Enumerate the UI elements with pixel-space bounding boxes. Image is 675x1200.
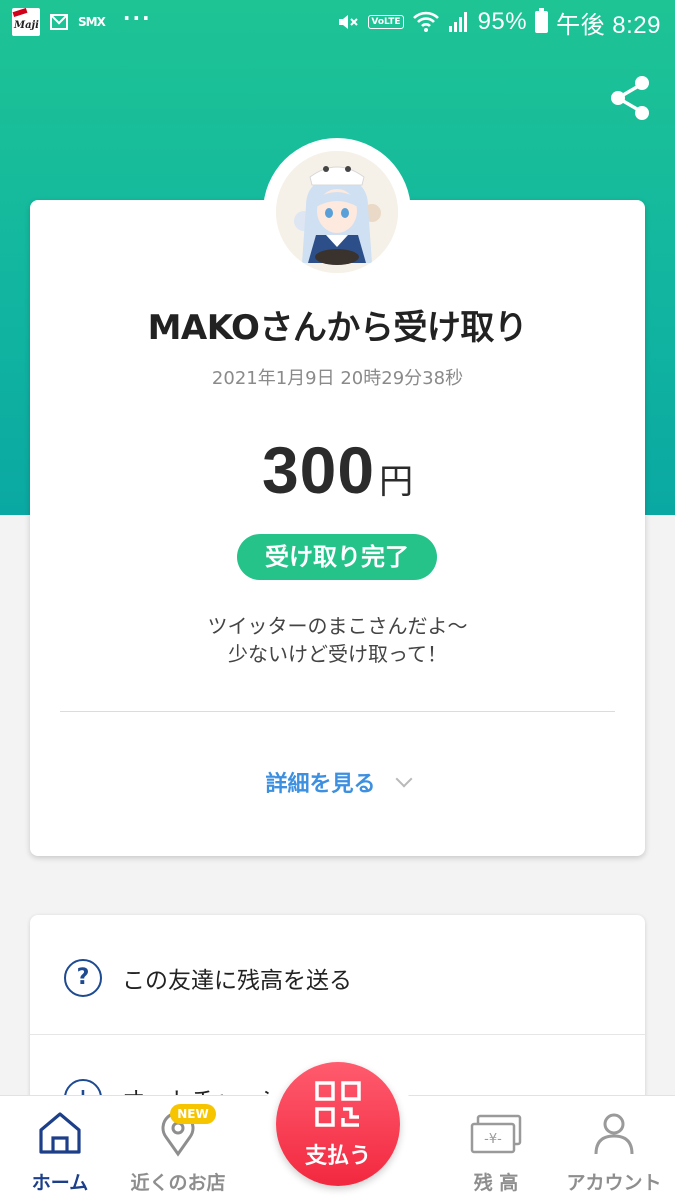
nav-nearby-label: 近くのお店	[130, 1172, 226, 1194]
home-icon	[39, 1112, 81, 1154]
system-icons: VoLTE 95% 午後 8:29	[336, 6, 661, 39]
send-balance-label: この友達に残高を送る	[122, 968, 352, 994]
svg-text:-¥-: -¥-	[484, 1132, 502, 1147]
nav-account[interactable]: アカウント	[554, 1096, 674, 1200]
clock: 午後 8:29	[556, 11, 661, 39]
signal-icon	[448, 12, 467, 32]
avatar-illustration	[276, 151, 398, 273]
nav-account-label: アカウント	[566, 1172, 662, 1194]
message-line: ツイッターのまこさんだよ～	[207, 614, 468, 638]
chevron-down-icon	[395, 770, 412, 788]
card-divider	[60, 711, 615, 712]
receipt-title: MAKOさんから受け取り	[147, 308, 528, 348]
nav-home-label: ホーム	[31, 1172, 89, 1194]
details-toggle[interactable]: 詳細を見る	[30, 766, 645, 798]
details-label: 詳細を見る	[265, 772, 376, 797]
qr-code-icon	[315, 1081, 361, 1127]
status-bar: Maji SMX ··· VoLTE 95% 午後 8:29	[0, 0, 675, 48]
sender-avatar[interactable]	[276, 151, 398, 273]
mute-icon	[339, 15, 359, 29]
pay-button[interactable]: 支払う	[276, 1062, 400, 1186]
nav-balance[interactable]: -¥- 残 高	[436, 1096, 556, 1200]
notification-icons: Maji SMX ···	[12, 6, 152, 36]
volte-icon: VoLTE	[368, 15, 404, 29]
receipt-message: ツイッターのまこさんだよ～ 少ないけど受け取って！	[30, 612, 645, 668]
wallet-yen-icon: -¥-	[470, 1114, 522, 1154]
amount-value: 300	[261, 433, 376, 507]
message-line: 少ないけど受け取って！	[228, 642, 447, 666]
help-icon: ?	[64, 959, 102, 997]
maji-app-icon: Maji	[12, 8, 40, 36]
smx-icon: SMX	[78, 15, 106, 29]
nav-home[interactable]: ホーム	[0, 1096, 120, 1200]
battery-icon	[535, 8, 549, 33]
send-balance-item[interactable]: ? この友達に残高を送る	[30, 915, 645, 1035]
amount-currency: 円	[379, 462, 414, 502]
status-badge: 受け取り完了	[237, 534, 437, 580]
nav-balance-label: 残 高	[473, 1172, 519, 1194]
mail-icon	[50, 14, 68, 30]
account-icon	[594, 1113, 634, 1155]
new-badge: NEW	[170, 1104, 216, 1124]
maji-app-label: Maji	[14, 20, 39, 31]
share-icon	[611, 76, 649, 120]
pay-button-label: 支払う	[304, 1144, 371, 1169]
receipt-card	[30, 200, 645, 856]
wifi-icon	[412, 11, 439, 32]
more-notifications-icon: ···	[122, 6, 152, 30]
receipt-amount: 300 円	[30, 432, 645, 508]
receipt-datetime: 2021年1月9日 20時29分38秒	[211, 368, 464, 389]
share-button[interactable]	[604, 72, 656, 124]
battery-percent: 95%	[477, 8, 528, 35]
